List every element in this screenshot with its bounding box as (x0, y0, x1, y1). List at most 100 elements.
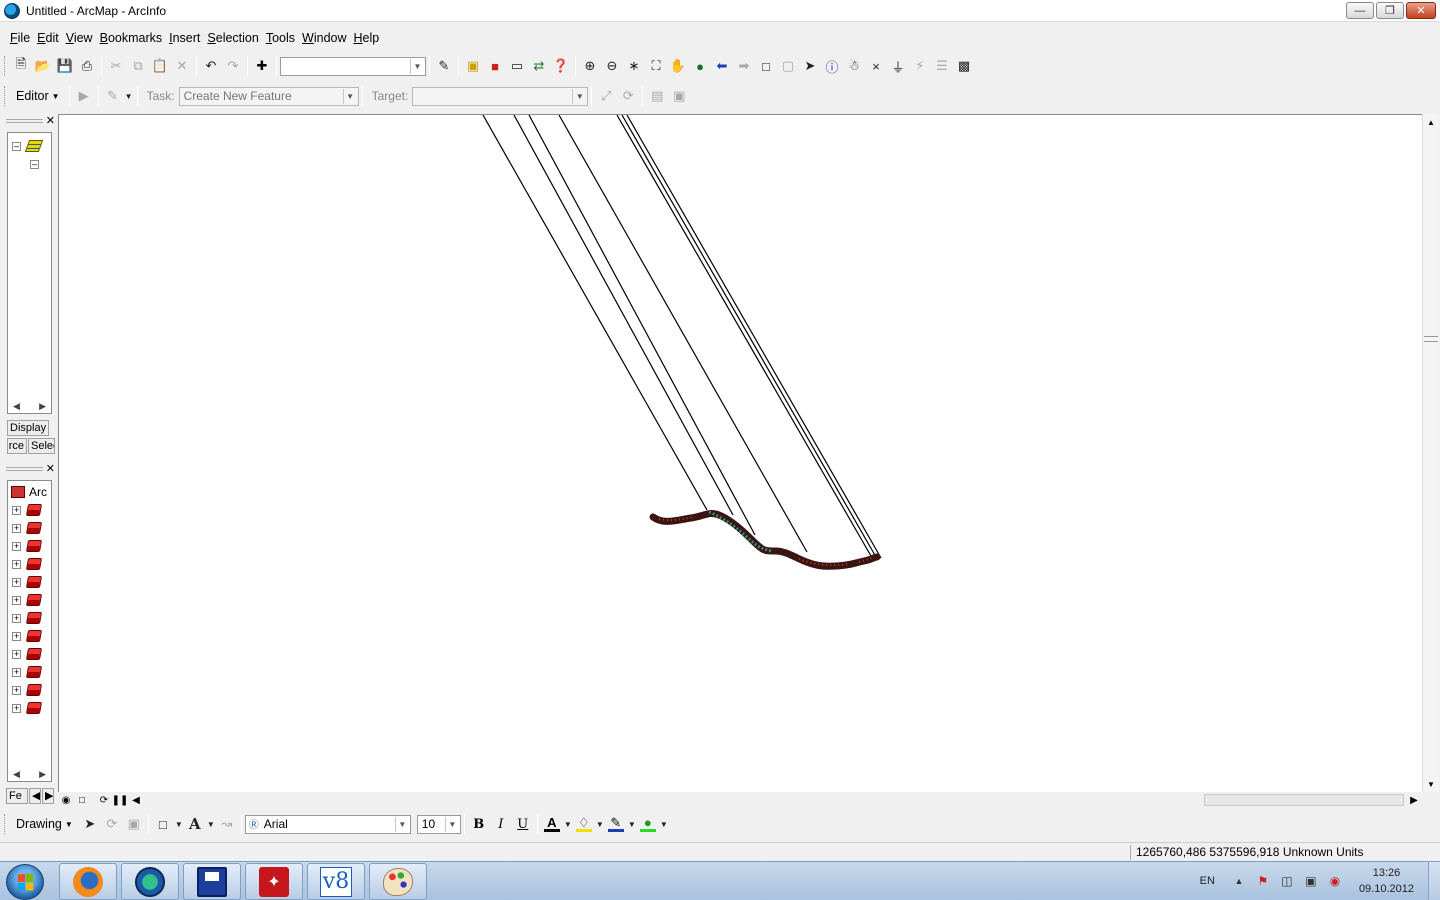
print-icon[interactable]: ⎙ (76, 55, 98, 77)
expand-icon[interactable]: + (12, 577, 21, 587)
close-icon[interactable]: ✕ (46, 462, 55, 475)
menu-insert[interactable]: Insert (166, 31, 203, 45)
menu-selection[interactable]: Selection (204, 31, 261, 45)
catalog-root-row[interactable]: Arc (8, 483, 51, 501)
arctoolbox-icon[interactable]: ■ (484, 55, 506, 77)
map-vertical-scrollbar[interactable]: ▲ ▼ (1422, 114, 1439, 792)
expand-icon[interactable]: + (12, 541, 21, 551)
command-line-icon[interactable]: ▭ (506, 55, 528, 77)
chevron-down-icon[interactable]: ▼ (394, 816, 409, 832)
rotate-tool-icon[interactable]: ⟳ (617, 85, 639, 107)
expand-icon[interactable]: + (12, 559, 21, 569)
font-size-select[interactable]: 10 ▼ (416, 814, 461, 834)
catalog-item[interactable]: + (8, 555, 51, 573)
menu-tools[interactable]: Tools (263, 31, 298, 45)
expand-icon[interactable]: + (12, 505, 21, 515)
chevron-down-icon[interactable]: ▼ (342, 88, 357, 104)
select-features-icon[interactable]: □ (755, 55, 777, 77)
volume-muted-icon[interactable]: ◉ (1327, 874, 1343, 888)
tab-catalog[interactable]: Fe (6, 788, 28, 804)
delete-icon[interactable]: ✕ (171, 55, 193, 77)
fixed-zoom-in-icon[interactable]: ∗ (623, 55, 645, 77)
panel-grip[interactable] (6, 467, 43, 471)
task-select[interactable]: Create New Feature ▼ (178, 86, 359, 106)
close-icon[interactable]: ✕ (46, 114, 55, 127)
back-arrow-icon[interactable]: ⬅ (711, 55, 733, 77)
menu-help[interactable]: Help (351, 31, 383, 45)
data-view-icon[interactable]: ◉ (58, 793, 74, 807)
horizontal-scrollbar[interactable]: ◀ ▶ (8, 399, 51, 413)
map-scale-combo[interactable]: ▼ (280, 56, 426, 76)
pan-hand-icon[interactable]: ✋ (667, 55, 689, 77)
restore-button[interactable]: ❐ (1376, 2, 1404, 19)
scroll-right-icon[interactable]: ▶ (39, 401, 46, 412)
html-popup-icon[interactable]: ☰ (931, 55, 953, 77)
catalog-item[interactable]: + (8, 663, 51, 681)
expand-icon[interactable]: + (12, 685, 21, 695)
show-desktop-button[interactable] (1428, 862, 1440, 900)
catalog-item[interactable]: + (8, 537, 51, 555)
chevron-down-icon[interactable]: ▼ (572, 88, 586, 104)
full-extent-globe-icon[interactable]: ● (689, 55, 711, 77)
font-select[interactable]: Ⓡ Arial ▼ (244, 814, 411, 834)
expand-icon[interactable]: + (12, 649, 21, 659)
panel-grip[interactable] (6, 119, 43, 123)
menu-edit[interactable]: Edit (34, 31, 62, 45)
taskbar-firefox[interactable] (59, 863, 117, 900)
expand-icon[interactable]: + (12, 631, 21, 641)
menu-file[interactable]: File (7, 31, 33, 45)
horizontal-scroll-thumb[interactable] (1204, 794, 1404, 806)
menu-bookmarks[interactable]: Bookmarks (97, 31, 166, 45)
edit-tool-arrow-icon[interactable]: ▶ (73, 85, 95, 107)
sketch-properties-icon[interactable]: ▣ (668, 85, 690, 107)
rotate-icon[interactable]: ⟳ (101, 813, 123, 835)
toc-sublayer-row[interactable]: – (8, 155, 51, 173)
split-tool-icon[interactable]: ⤢ (595, 85, 617, 107)
device-icon[interactable]: ◫ (1279, 874, 1295, 888)
zoom-to-selected-icon[interactable]: ▣ (123, 813, 145, 835)
undo-icon[interactable]: ↶ (200, 55, 222, 77)
network-icon[interactable]: ▣ (1303, 874, 1319, 888)
drawing-menu-button[interactable]: Drawing ▼ (10, 817, 79, 831)
scroll-left-icon[interactable]: ◀ (13, 769, 20, 780)
expand-icon[interactable]: + (12, 667, 21, 677)
hyperlink-icon[interactable]: ⚡ (909, 55, 931, 77)
select-elements-pointer-icon[interactable]: ➤ (799, 55, 821, 77)
chevron-down-icon[interactable]: ▼ (627, 813, 637, 835)
arccatalog-icon[interactable]: ▣ (462, 55, 484, 77)
edit-vertices-icon[interactable]: ↝ (216, 813, 238, 835)
editor-toolbar-icon[interactable]: ✎ (433, 55, 455, 77)
scroll-left-icon[interactable]: ◀ (13, 401, 20, 412)
tab-display[interactable]: Display (7, 420, 49, 436)
catalog-item[interactable]: + (8, 501, 51, 519)
chevron-down-icon[interactable]: ▼ (659, 813, 669, 835)
underline-button[interactable]: U (512, 813, 534, 835)
clock[interactable]: 13:26 09.10.2012 (1359, 865, 1414, 897)
find-binoculars-icon[interactable]: ☃ (843, 55, 865, 77)
target-select[interactable]: ▼ (412, 86, 589, 106)
toc-layers-row[interactable]: – (8, 137, 51, 155)
layout-view-icon[interactable]: □ (74, 793, 90, 807)
tab-selection[interactable]: Selection (28, 438, 55, 454)
minimize-button[interactable]: — (1346, 2, 1374, 19)
close-button[interactable]: ✕ (1406, 2, 1436, 19)
catalog-item[interactable]: + (8, 591, 51, 609)
sketch-pencil-icon[interactable]: ✎ (102, 85, 124, 107)
taskbar-acrobat[interactable]: ✦ (245, 863, 303, 900)
new-document-icon[interactable]: 🗎 (10, 55, 32, 77)
language-indicator[interactable]: EN (1200, 875, 1215, 887)
catalog-item[interactable]: + (8, 699, 51, 717)
go-to-xy-icon[interactable]: × (865, 55, 887, 77)
italic-button[interactable]: I (490, 813, 512, 835)
tab-source[interactable]: ource (7, 438, 27, 454)
toolbar-grip[interactable] (4, 86, 7, 106)
measure-icon[interactable]: ⏚ (887, 55, 909, 77)
expand-icon[interactable]: + (12, 703, 21, 713)
fixed-zoom-out-icon[interactable]: ⛶ (645, 55, 667, 77)
bold-button[interactable]: B (468, 813, 490, 835)
map-display[interactable] (58, 114, 1422, 792)
catalog-item[interactable]: + (8, 681, 51, 699)
tab-scroll-right[interactable]: ▶ (42, 788, 54, 804)
scroll-thumb[interactable] (1424, 336, 1438, 342)
scroll-left-icon[interactable]: ◀ (128, 793, 144, 807)
